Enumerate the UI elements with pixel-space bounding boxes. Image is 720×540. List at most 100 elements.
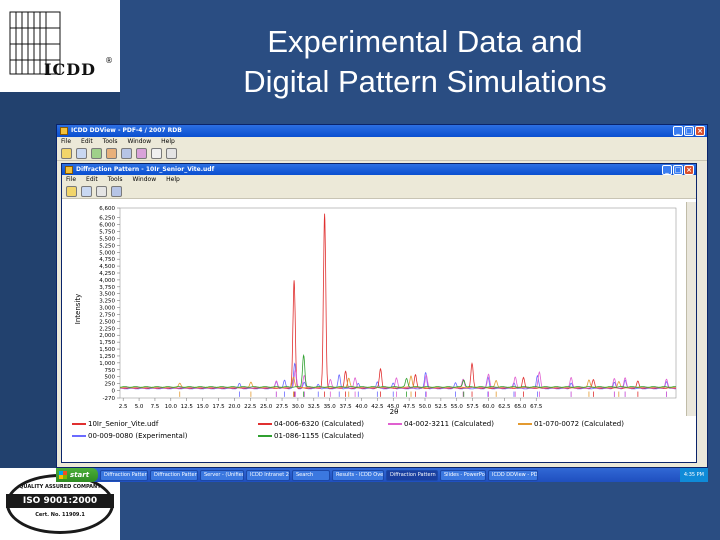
y-tick-label: 5,500 [99,236,115,242]
legend-swatch [388,423,402,425]
ddview-main-window: ICDD DDView - PDF-4 / 2007 RDB _ □ × Fil… [56,124,708,468]
icdd-logo: ICDD ® [0,0,120,92]
y-tick-label: 4,500 [99,264,115,270]
menu-help[interactable]: Help [161,137,175,147]
logo-text: ICDD [44,60,96,79]
window-icon[interactable] [121,148,132,159]
x-tick-label: 65.0 [514,404,527,410]
legend-swatch [72,423,86,425]
legend-item[interactable]: 00-009-0080 (Experimental) [72,432,188,440]
inner-maximize-button[interactable]: □ [673,165,683,175]
x-tick-label: 12.5 [181,404,194,410]
y-tick-label: 3,250 [99,299,115,305]
chart-icon[interactable] [136,148,147,159]
taskbar-item[interactable]: Results - ICDD Overview [332,469,384,481]
x-axis-label: 2θ [390,408,399,416]
series-line [120,213,677,389]
open-pattern-icon[interactable] [66,186,77,197]
y-tick-label: 4,250 [99,271,115,277]
x-tick-label: 30.0 [292,404,305,410]
y-tick-label: -270 [103,396,116,402]
x-tick-label: 2.5 [119,404,128,410]
legend-swatch [72,435,86,437]
y-tick-label: 1,250 [99,354,115,360]
x-tick-label: 52.5 [435,404,448,410]
y-axis-label: Intensity [74,294,82,324]
y-tick-label: 1,000 [99,361,115,367]
main-window-titlebar[interactable]: ICDD DDView - PDF-4 / 2007 RDB _ □ × [57,125,707,137]
y-tick-label: 0 [112,389,116,395]
x-tick-label: 27.5 [276,404,289,410]
legend-item[interactable]: 04-002-3211 (Calculated) [388,420,494,428]
y-tick-label: 1,500 [99,347,115,353]
y-tick-label: 1,750 [99,340,115,346]
app-icon [60,127,68,135]
y-tick-label: 6,250 [99,216,115,222]
print-pattern-icon[interactable] [96,186,107,197]
iso-badge-top-text: QUALITY ASSURED COMPANY [19,484,101,490]
print-icon[interactable] [151,148,162,159]
y-tick-label: 2,250 [99,326,115,332]
taskbar-item[interactable]: Server - (Unified) [200,469,244,481]
inner-menu-tools[interactable]: Tools [108,175,123,185]
search-icon[interactable] [76,148,87,159]
plot-frame [119,207,677,399]
inner-menubar: File Edit Tools Window Help [62,175,696,185]
taskbar-item[interactable]: ICDD DDView - PDF [488,469,538,481]
y-tick-label: 5,750 [99,230,115,236]
legend-swatch [518,423,532,425]
open-folder-icon[interactable] [61,148,72,159]
main-window-scrollbar[interactable] [697,163,707,463]
minimize-button[interactable]: _ [673,126,683,136]
taskbar-item[interactable]: Diffraction Pattern - 10Ir [386,469,438,481]
close-button[interactable]: × [695,126,705,136]
main-menubar: File Edit Tools Window Help [57,137,707,147]
menu-tools[interactable]: Tools [103,137,118,147]
pattern-help-icon[interactable] [111,186,122,197]
logo-registered-mark: ® [105,56,113,65]
legend-item[interactable]: 01-070-0072 (Calculated) [518,420,624,428]
save-icon[interactable] [81,186,92,197]
pattern-window-icon [65,166,73,174]
x-tick-label: 57.5 [467,404,480,410]
inner-menu-edit[interactable]: Edit [86,175,98,185]
x-tick-label: 37.5 [339,404,352,410]
y-tick-label: 4,750 [99,257,115,263]
x-tick-label: 60.0 [482,404,495,410]
taskbar-item[interactable]: ICDD Intranet 2007 [246,469,290,481]
taskbar-item[interactable]: Diffraction Pattern - 10-05 [150,469,198,481]
x-tick-label: 42.5 [371,404,384,410]
y-tick-label: 5,000 [99,250,115,256]
x-tick-label: 10.0 [165,404,178,410]
chart-scrollbar[interactable] [686,202,696,416]
legend-swatch [258,423,272,425]
inner-menu-file[interactable]: File [66,175,76,185]
system-tray-clock[interactable]: 4:35 PM [679,468,708,482]
legend-item[interactable]: 10Ir_Senior_Vite.udf [72,420,158,428]
x-tick-label: 5.0 [135,404,144,410]
taskbar-item[interactable]: Diffraction Pattern - 10-04 [100,469,148,481]
menu-file[interactable]: File [61,137,71,147]
inner-menu-help[interactable]: Help [166,175,180,185]
inner-menu-window[interactable]: Window [132,175,156,185]
maximize-button[interactable]: □ [684,126,694,136]
inner-close-button[interactable]: × [684,165,694,175]
taskbar-item[interactable]: Slides - PowerPoint [440,469,486,481]
start-button[interactable]: start [56,468,98,482]
results-icon[interactable] [91,148,102,159]
help-icon[interactable] [166,148,177,159]
legend-item[interactable]: 04-006-6320 (Calculated) [258,420,364,428]
inner-window-titlebar[interactable]: Diffraction Pattern - 10Ir_Senior_Vite.u… [62,164,696,175]
inner-minimize-button[interactable]: _ [662,165,672,175]
main-window-title: ICDD DDView - PDF-4 / 2007 RDB [71,127,182,134]
diffraction-chart[interactable]: 6,600 6,2506,0005,7505,5005,2505,0004,750… [64,202,684,416]
legend-item[interactable]: 01-086-1155 (Calculated) [258,432,364,440]
tools-icon[interactable] [106,148,117,159]
windows-taskbar: start Diffraction Pattern - 10-04 Diffra… [56,468,708,482]
menu-edit[interactable]: Edit [81,137,93,147]
x-tick-label: 32.5 [308,404,321,410]
taskbar-item[interactable]: Search [292,469,330,481]
x-tick-label: 7.5 [151,404,160,410]
menu-window[interactable]: Window [127,137,151,147]
x-tick-label: 47.5 [403,404,416,410]
